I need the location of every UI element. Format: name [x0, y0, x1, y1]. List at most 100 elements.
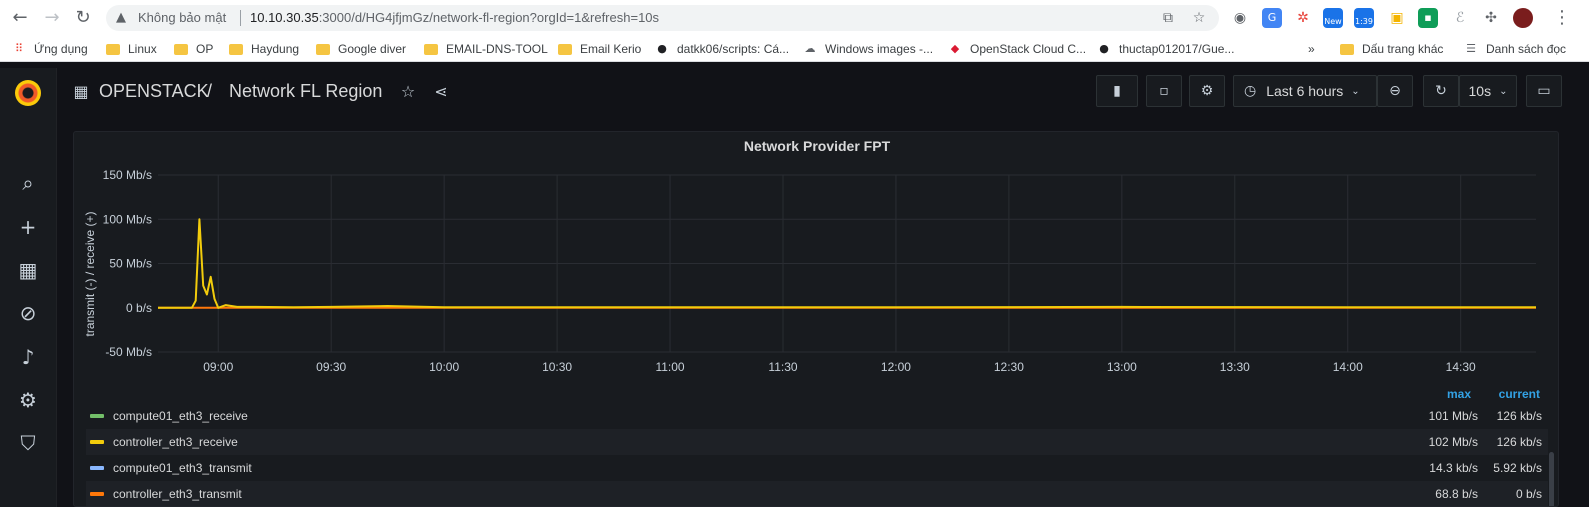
server-admin-shield-icon[interactable]: ⛉ [16, 431, 40, 455]
folder-icon [106, 43, 120, 55]
gear-icon: ⚙ [1200, 83, 1214, 99]
bookmark-other[interactable]: Dấu trang khác [1340, 40, 1443, 58]
panel-title[interactable]: Network Provider FPT [74, 138, 1558, 154]
bookmark-star-icon[interactable]: ☆ [1190, 9, 1208, 27]
bookmark-openstack-cloud[interactable]: ◆ OpenStack Cloud C... [948, 40, 1086, 58]
forward-icon[interactable]: → [42, 8, 62, 28]
legend-item[interactable]: controller_eth3_transmit 68.8 b/s 0 b/s [86, 481, 1548, 506]
google-translate-icon[interactable]: G [1262, 8, 1282, 28]
zoom-out-button[interactable]: ⊖ [1377, 75, 1413, 107]
alerting-bell-icon[interactable]: ♪ [16, 345, 40, 369]
x-tick-label: 11:30 [768, 360, 797, 374]
series-current: 126 kb/s [1496, 409, 1542, 423]
legend-item[interactable]: compute01_eth3_transmit 14.3 kb/s 5.92 k… [86, 455, 1548, 481]
configuration-gear-icon[interactable]: ⚙ [16, 388, 40, 412]
breadcrumb-folder[interactable]: OPENSTACK [99, 81, 209, 102]
calendar-icon[interactable]: ▣ [1387, 8, 1407, 28]
refresh-button[interactable]: ↻ [1423, 75, 1459, 107]
x-tick-label: 10:00 [429, 360, 459, 374]
legend-header-current[interactable]: current [1499, 387, 1540, 401]
github-icon: ● [1099, 42, 1109, 55]
back-icon[interactable]: ← [10, 8, 30, 28]
bookmarks-more-button[interactable]: » [1308, 40, 1315, 58]
kebab-menu-icon[interactable]: ⋮ [1552, 8, 1572, 28]
new-badge-icon[interactable]: New [1323, 8, 1343, 28]
translate-icon[interactable]: ⧉ [1159, 9, 1177, 27]
timer-badge-icon[interactable]: 1:39 [1354, 8, 1374, 28]
save-dashboard-button[interactable]: ▫ [1146, 75, 1182, 107]
warning-icon[interactable]: ▲ [116, 10, 132, 26]
chevron-down-icon: ⌄ [1499, 85, 1508, 97]
legend-item[interactable]: controller_eth3_receive 102 Mb/s 126 kb/… [86, 429, 1548, 455]
explore-compass-icon[interactable]: ⊘ [16, 301, 40, 325]
folder-icon [1340, 43, 1354, 55]
folder-icon [424, 43, 438, 55]
series-max: 68.8 b/s [1435, 487, 1478, 501]
refresh-interval-picker[interactable]: 10s ⌄ [1459, 75, 1517, 107]
legend-header-max[interactable]: max [1447, 387, 1471, 401]
search-icon[interactable]: ⌕ [16, 171, 40, 195]
series-color-swatch[interactable] [90, 414, 104, 418]
x-tick-label: 11:00 [655, 360, 684, 374]
bookmark-windows-images[interactable]: ☁ Windows images -... [803, 40, 934, 58]
reading-list-button[interactable]: ☰ Danh sách đọc [1464, 40, 1566, 58]
series-current: 5.92 kb/s [1493, 461, 1542, 475]
dashboard-grid-icon: ▦ [73, 82, 89, 101]
omnibox-separator [240, 10, 241, 26]
series-name[interactable]: controller_eth3_transmit [113, 487, 242, 501]
legend-item[interactable]: compute01_eth3_receive 101 Mb/s 126 kb/s [86, 403, 1548, 429]
bookmark-op[interactable]: OP [174, 40, 213, 58]
grafana-logo-icon[interactable] [15, 80, 41, 106]
legend-scrollbar[interactable] [1549, 452, 1554, 506]
time-range-picker[interactable]: ◷ Last 6 hours ⌄ [1233, 75, 1377, 107]
bookmark-datkk06-scripts[interactable]: ● datkk06/scripts: Cá... [655, 40, 789, 58]
refresh-icon: ↻ [1435, 83, 1447, 99]
extension-gray-icon[interactable]: ℰ [1450, 8, 1470, 28]
y-axis-ticks: 150 Mb/s 100 Mb/s 50 Mb/s 0 b/s -50 Mb/s [103, 168, 152, 359]
tv-mode-button[interactable]: ▭ [1526, 75, 1562, 107]
series-name[interactable]: controller_eth3_receive [113, 435, 238, 449]
extension-red-icon[interactable]: ✲ [1293, 8, 1313, 28]
extension-green-icon[interactable]: ▪ [1418, 8, 1438, 28]
series-name[interactable]: compute01_eth3_receive [113, 409, 248, 423]
x-tick-label: 13:00 [1107, 360, 1137, 374]
x-tick-label: 09:30 [316, 360, 346, 374]
reload-icon[interactable]: ↻ [73, 8, 93, 28]
graph-panel[interactable]: Network Provider FPT 150 Mb/s 100 Mb/s 50 … [73, 131, 1559, 507]
series-color-swatch[interactable] [90, 492, 104, 496]
puzzle-icon[interactable]: ✣ [1481, 8, 1501, 28]
bookmark-thuctap[interactable]: ● thuctap012017/Gue... [1097, 40, 1234, 58]
camera-icon[interactable]: ◉ [1230, 8, 1250, 28]
star-icon[interactable]: ☆ [398, 82, 418, 102]
series-name[interactable]: compute01_eth3_transmit [113, 461, 252, 475]
bookmark-email-dns-tool[interactable]: EMAIL-DNS-TOOL [424, 40, 548, 58]
add-panel-button[interactable]: ▮ [1096, 75, 1138, 107]
insecure-label[interactable]: Không bảo mật [138, 10, 226, 25]
monitor-icon: ▭ [1537, 83, 1551, 99]
dashboard-navbar: ▦ OPENSTACK / Network FL Region ☆ ⋖ ▮ ▫ … [57, 68, 1589, 116]
bookmark-google-diver[interactable]: Google diver [316, 40, 406, 58]
timeseries-chart[interactable]: 150 Mb/s 100 Mb/s 50 Mb/s 0 b/s -50 Mb/s 09:… [74, 162, 1559, 377]
zoom-out-icon: ⊖ [1389, 83, 1401, 99]
x-tick-label: 12:00 [881, 360, 911, 374]
github-icon: ● [657, 42, 667, 55]
share-icon[interactable]: ⋖ [431, 82, 451, 102]
series-max: 14.3 kb/s [1429, 461, 1478, 475]
bookmark-haydung[interactable]: Haydung [229, 40, 299, 58]
series-max: 101 Mb/s [1428, 409, 1478, 423]
bookmark-email-kerio[interactable]: Email Kerio [558, 40, 641, 58]
address-bar[interactable]: ▲ Không bảo mật 10.10.30.35:3000/d/HG4jf… [106, 5, 1219, 31]
plus-icon[interactable]: + [16, 215, 40, 239]
dashboards-icon[interactable]: ▦ [16, 258, 40, 282]
bookmark-apps[interactable]: ⠿ Ứng dụng [12, 40, 88, 58]
profile-avatar[interactable] [1513, 8, 1533, 28]
breadcrumb-separator: / [207, 81, 213, 101]
bookmark-linux[interactable]: Linux [106, 40, 157, 58]
chevron-down-icon: ⌄ [1351, 85, 1360, 97]
series-color-swatch[interactable] [90, 466, 104, 470]
url-text[interactable]: 10.10.30.35:3000/d/HG4jfjmGz/network-fl-… [250, 10, 659, 25]
dashboard-settings-button[interactable]: ⚙ [1189, 75, 1225, 107]
series-color-swatch[interactable] [90, 440, 104, 444]
grafana-app: ⌕ + ▦ ⊘ ♪ ⚙ ⛉ ▦ OPENSTACK / Network FL R… [0, 68, 1589, 507]
dashboard-title[interactable]: Network FL Region [229, 81, 382, 102]
